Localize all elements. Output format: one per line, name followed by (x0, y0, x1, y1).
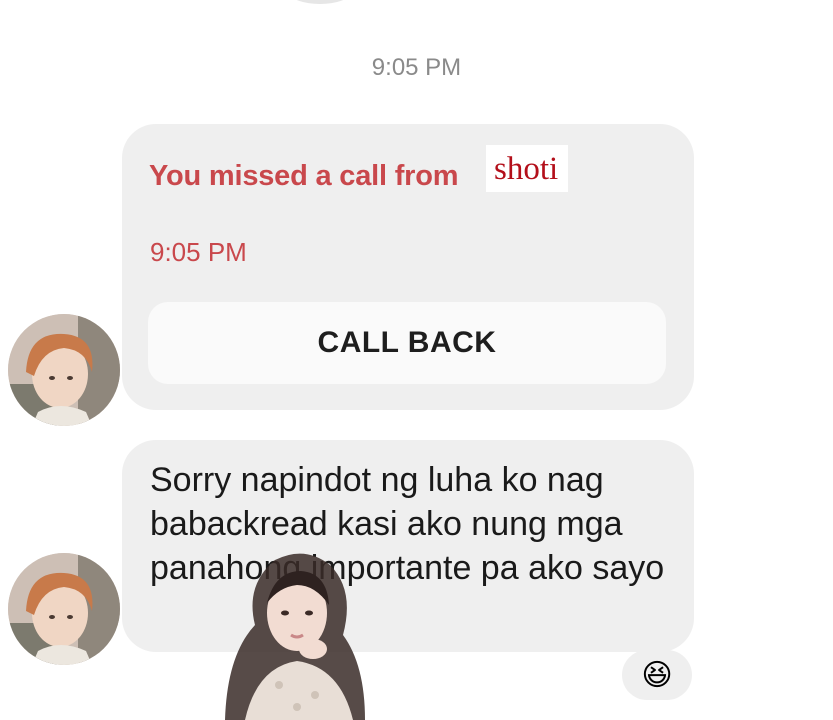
missed-call-time: 9:05 PM (150, 237, 247, 267)
chat-timestamp: 9:05 PM (371, 54, 462, 81)
missed-call-bubble: You missed a call from shoti 9:05 PM CAL… (122, 124, 694, 410)
caller-name: shoti (486, 145, 569, 192)
missed-call-text: You missed a call from (149, 160, 459, 192)
message-reaction[interactable]: 😆 (622, 650, 692, 700)
profile-photo-icon (8, 314, 120, 426)
girl-sticker-icon (225, 553, 365, 720)
previous-avatar-edge (290, 0, 350, 4)
sender-avatar-2[interactable] (8, 553, 120, 665)
call-back-button[interactable]: CALL BACK (148, 302, 666, 384)
sender-avatar[interactable] (8, 314, 120, 426)
laughing-emoji-icon: 😆 (641, 658, 673, 692)
girl-photo-sticker (205, 545, 380, 720)
profile-photo-icon (8, 553, 120, 665)
chat-screen: 9:05 PM You missed a call from shoti 9:0… (0, 0, 833, 720)
